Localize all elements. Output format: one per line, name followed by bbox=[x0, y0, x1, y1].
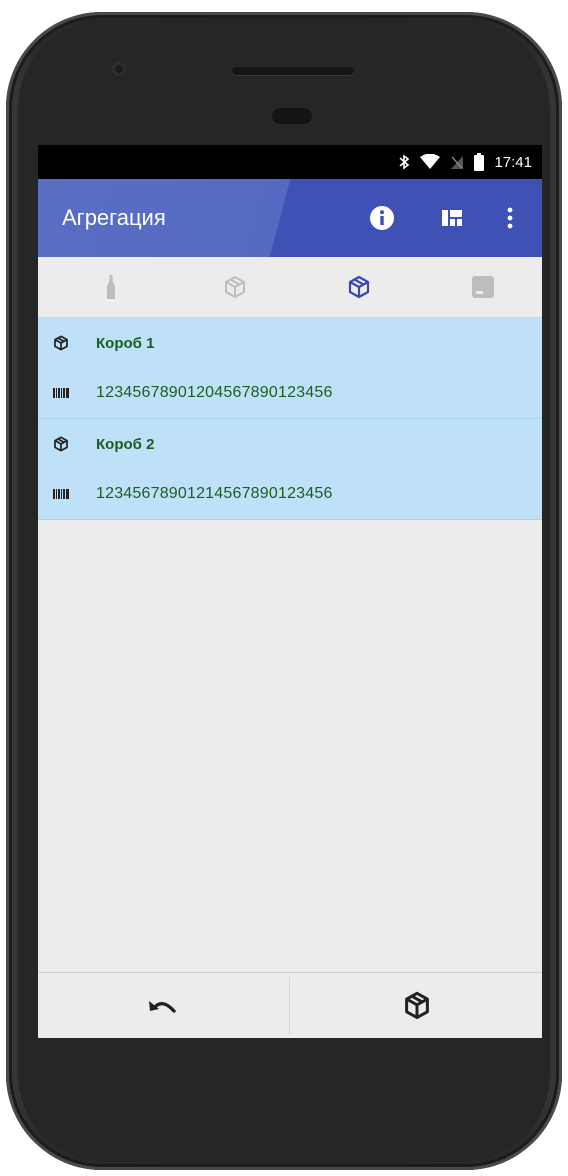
more-options-button[interactable] bbox=[494, 202, 526, 234]
item-code-row: 12345678901214567890123456 bbox=[38, 469, 542, 519]
box-icon bbox=[38, 436, 84, 452]
wifi-icon bbox=[420, 154, 441, 170]
tab-open-box[interactable] bbox=[172, 257, 298, 317]
tab-box[interactable] bbox=[296, 257, 422, 317]
bluetooth-icon bbox=[398, 154, 410, 170]
status-bar: 17:41 bbox=[38, 145, 542, 179]
undo-button[interactable] bbox=[38, 973, 288, 1038]
front-camera bbox=[112, 62, 126, 76]
bottle-icon bbox=[107, 275, 115, 299]
tab-bottle[interactable] bbox=[48, 257, 174, 317]
item-code: 12345678901214567890123456 bbox=[96, 485, 333, 502]
app-title: Агрегация bbox=[62, 205, 166, 230]
add-box-button[interactable] bbox=[292, 973, 542, 1038]
list-item[interactable]: Короб 2 12345678901214567890123456 bbox=[38, 419, 542, 520]
battery-icon bbox=[474, 153, 485, 171]
layout-icon bbox=[442, 210, 462, 226]
info-button[interactable] bbox=[366, 202, 398, 234]
tab-bar bbox=[38, 257, 542, 318]
list-item[interactable]: Короб 1 12345678901204567890123456 bbox=[38, 318, 542, 419]
layout-button[interactable] bbox=[436, 202, 468, 234]
box-icon bbox=[38, 335, 84, 351]
screen: 17:41 Агрегация Короб 1 1234567890120456… bbox=[38, 145, 542, 1038]
barcode-icon bbox=[38, 388, 84, 398]
item-title: Короб 2 bbox=[96, 435, 155, 453]
proximity-sensor bbox=[272, 108, 312, 124]
add-box-icon bbox=[405, 991, 429, 1020]
box-icon bbox=[348, 275, 370, 299]
earpiece-speaker bbox=[232, 67, 354, 75]
tab-pallet[interactable] bbox=[420, 257, 542, 317]
open-box-icon bbox=[225, 276, 245, 298]
item-title: Короб 1 bbox=[96, 334, 155, 352]
no-sim-icon bbox=[450, 154, 464, 170]
bottom-divider bbox=[289, 977, 290, 1035]
app-bar: Агрегация bbox=[38, 179, 542, 257]
item-title-row: Короб 2 bbox=[38, 419, 542, 469]
status-time: 17:41 bbox=[494, 153, 532, 171]
item-code: 12345678901204567890123456 bbox=[96, 384, 333, 401]
pallet-icon bbox=[472, 276, 494, 298]
info-icon bbox=[370, 206, 394, 230]
bottom-bar bbox=[38, 972, 542, 1038]
item-code-row: 12345678901204567890123456 bbox=[38, 368, 542, 418]
item-title-row: Короб 1 bbox=[38, 318, 542, 368]
barcode-icon bbox=[38, 489, 84, 499]
more-vert-icon bbox=[507, 207, 513, 229]
undo-icon bbox=[149, 1001, 176, 1013]
aggregation-list: Короб 1 12345678901204567890123456 Короб… bbox=[38, 318, 542, 520]
